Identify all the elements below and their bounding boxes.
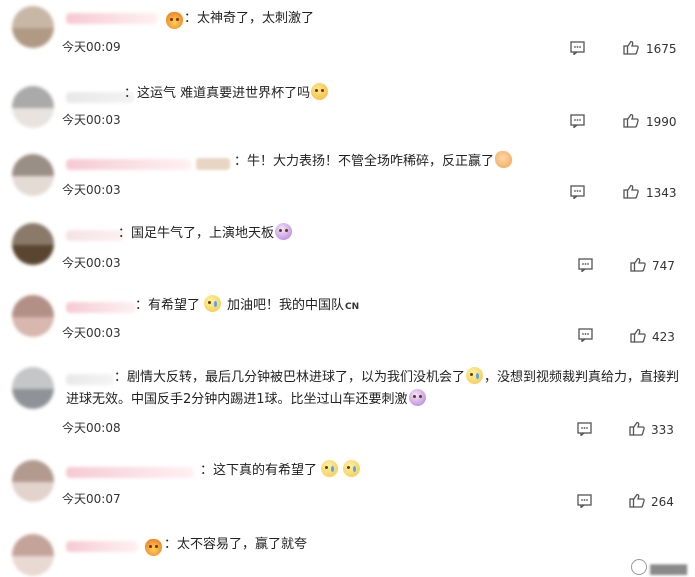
username[interactable]	[66, 159, 191, 170]
avatar[interactable]	[12, 460, 54, 502]
avatar[interactable]	[12, 223, 54, 265]
comment-reply-icon[interactable]	[570, 185, 585, 199]
avatar[interactable]	[12, 6, 54, 48]
comment-text: ：国足牛气了，上演地天板	[118, 223, 293, 245]
user-badge-icon	[196, 158, 230, 170]
crying-emoji-icon	[321, 460, 339, 477]
flag-label: CN	[345, 302, 360, 312]
like-count: 1990	[646, 115, 677, 129]
like-count: 264	[651, 495, 674, 509]
comment-text-part: ：国足牛气了，上演地天板	[118, 226, 275, 241]
avatar[interactable]	[12, 534, 54, 576]
username[interactable]	[66, 230, 124, 241]
comment-text: ：太不容易了，赢了就夸	[164, 534, 307, 556]
comment-text-part: ：这下真的有希望了	[200, 463, 318, 478]
comment-time: 今天00:03	[62, 183, 121, 197]
like-count: 333	[651, 423, 674, 437]
thumbs-up-icon[interactable]	[623, 113, 639, 128]
comment-reply-icon[interactable]	[578, 328, 593, 342]
watermark: ▆▆▆▆	[631, 559, 687, 575]
avatar[interactable]	[12, 154, 54, 196]
like-count: 1343	[646, 186, 677, 200]
comment-text-part: ：太不容易了，赢了就夸	[164, 537, 308, 552]
comment-time: 今天00:08	[62, 421, 121, 435]
comment-text-part: 加油吧！我的中国队	[227, 298, 345, 313]
crying-emoji-icon	[466, 367, 484, 384]
comment-text: ：牛！大力表扬！不管全场咋稀碎，反正赢了	[234, 151, 513, 173]
thumbs-up-icon[interactable]	[630, 328, 646, 343]
medal-badge-icon	[166, 12, 183, 29]
comment-time: 今天00:03	[62, 326, 121, 340]
comment-text: ：太神奇了，太刺激了	[184, 8, 314, 30]
medal-badge-icon	[145, 539, 162, 556]
comment-reply-icon[interactable]	[577, 494, 592, 508]
comment-text-part: ：牛！大力表扬！不管全场咋稀碎，反正赢了	[234, 154, 495, 169]
laughing-emoji-icon	[311, 83, 329, 100]
comment-reply-icon[interactable]	[577, 422, 592, 436]
avatar[interactable]	[12, 367, 54, 409]
username[interactable]	[66, 541, 138, 552]
surprised-emoji-icon	[275, 223, 293, 240]
comment-text: ：这下真的有希望了	[200, 460, 361, 482]
comment-time: 今天00:09	[62, 40, 121, 54]
comment-time: 今天00:03	[62, 113, 121, 127]
crying-emoji-icon	[204, 295, 222, 312]
watermark-text: ▆▆▆▆	[650, 561, 687, 575]
watermark-logo-icon	[631, 559, 648, 575]
username[interactable]	[66, 13, 158, 24]
hand-emoji-icon	[495, 151, 513, 168]
comment-text-part: ：剧情大反转，最后几分钟被巴林进球了，以为我们没机会了	[114, 370, 466, 385]
thumbs-up-icon[interactable]	[630, 257, 646, 272]
like-count: 423	[652, 330, 675, 344]
comment-text: ：这运气 难道真要进世界杯了吗	[124, 83, 329, 105]
comment-time: 今天00:07	[62, 492, 121, 506]
thumbs-up-icon[interactable]	[629, 493, 645, 508]
like-count: 747	[652, 259, 675, 273]
comment-text-part: ：有希望了	[135, 298, 201, 313]
comment-text: ：剧情大反转，最后几分钟被巴林进球了，以为我们没机会了 ，没想到视频裁判真给力，直…	[66, 367, 686, 411]
dizzy-emoji-icon	[408, 389, 426, 406]
comment-reply-icon[interactable]	[570, 41, 585, 55]
comment-reply-icon[interactable]	[570, 114, 585, 128]
thumbs-up-icon[interactable]	[623, 184, 639, 199]
thumbs-up-icon[interactable]	[623, 40, 639, 55]
crying-emoji-icon	[343, 460, 361, 477]
thumbs-up-icon[interactable]	[629, 421, 645, 436]
avatar[interactable]	[12, 86, 54, 128]
avatar[interactable]	[12, 295, 54, 337]
comment-reply-icon[interactable]	[578, 258, 593, 272]
like-count: 1675	[646, 42, 677, 56]
username[interactable]	[66, 302, 136, 313]
comment-text: ：有希望了 加油吧！我的中国队CN	[135, 295, 359, 318]
username[interactable]	[66, 467, 194, 478]
comment-text-part: ：太神奇了，太刺激了	[184, 11, 315, 26]
comment-time: 今天00:03	[62, 256, 121, 270]
comment-text-part: ：这运气 难道真要进世界杯了吗	[124, 86, 311, 101]
